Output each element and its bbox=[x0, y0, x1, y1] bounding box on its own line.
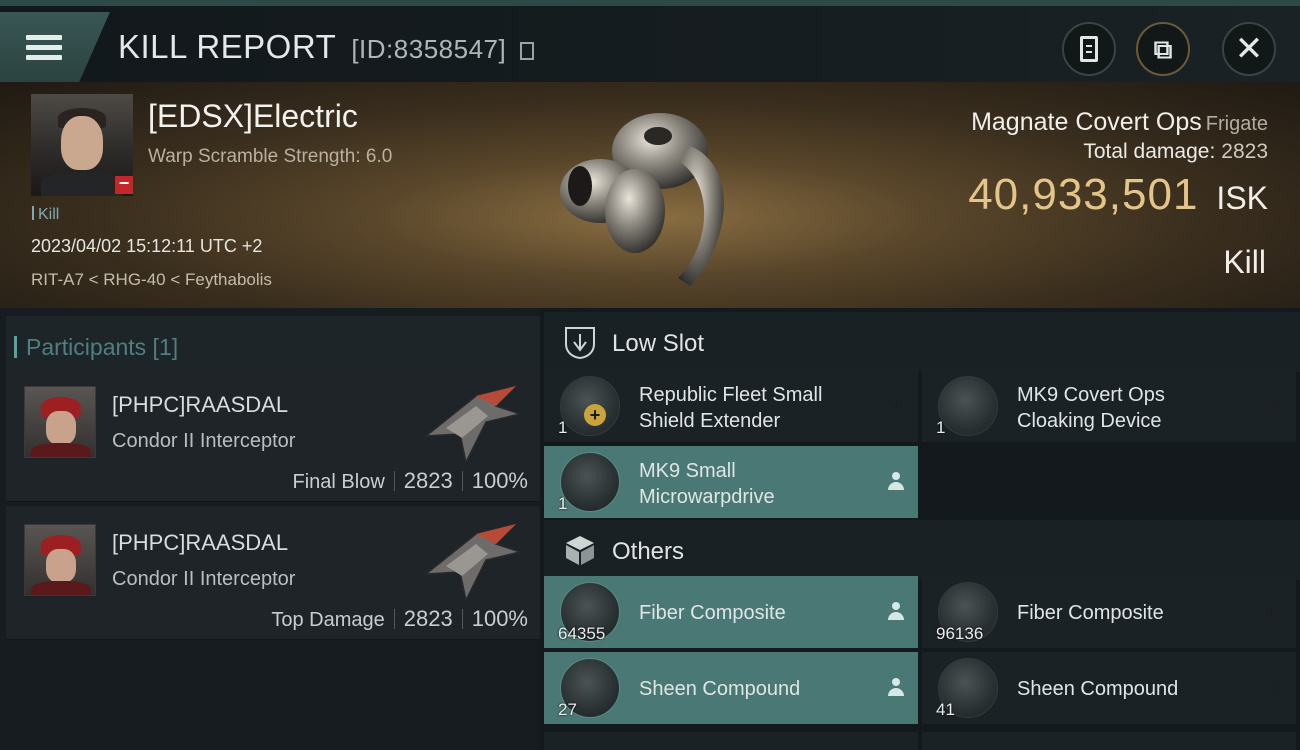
item-slot[interactable]: 96136 Fiber Composite ✕ bbox=[922, 576, 1296, 648]
item-quantity: 27 bbox=[558, 700, 577, 719]
cloaking-device-icon bbox=[938, 376, 998, 436]
item-slot[interactable]: 1 MK9 Covert Ops Cloaking Device ✕ bbox=[922, 370, 1296, 442]
item-name: MK9 Covert Ops Cloaking Device bbox=[1017, 384, 1165, 432]
kill-tag: Kill bbox=[32, 206, 59, 224]
share-icon: ⧉ bbox=[1153, 34, 1173, 64]
item-slot[interactable]: 64355 Fiber Composite bbox=[544, 576, 918, 648]
kill-datetime: 2023/04/02 15:12:11 UTC +2 bbox=[31, 236, 263, 256]
destroyed-icon: ✕ bbox=[1263, 676, 1282, 701]
kill-result: Kill bbox=[1223, 244, 1266, 280]
participants-label: Participants [1] bbox=[13, 334, 179, 360]
microwarpdrive-icon bbox=[560, 452, 620, 512]
hostile-standing-icon: − bbox=[115, 174, 133, 194]
participant-ship: Condor II Interceptor bbox=[112, 568, 296, 590]
hamburger-menu-icon bbox=[26, 30, 62, 65]
copy-icon[interactable] bbox=[519, 42, 534, 60]
item-quantity: 1 bbox=[936, 418, 946, 437]
destroyed-icon: ✕ bbox=[1263, 600, 1282, 625]
item-quantity: 64355 bbox=[558, 624, 606, 643]
others-label: Others bbox=[612, 538, 685, 565]
item-name: Fiber Composite bbox=[1017, 602, 1164, 624]
participants-header[interactable]: Participants [1] bbox=[6, 316, 540, 374]
close-icon: ✕ bbox=[1234, 30, 1264, 68]
item-slot[interactable]: + 1 Republic Fleet Small Shield Extender… bbox=[544, 370, 918, 442]
clipboard-icon bbox=[1080, 36, 1098, 62]
item-name: MK9 Small Microwarpdrive bbox=[639, 460, 775, 508]
item-slot-partial[interactable] bbox=[544, 732, 918, 750]
item-name: Sheen Compound bbox=[1017, 678, 1179, 700]
low-slot-icon bbox=[565, 327, 595, 360]
participant-ship-image bbox=[423, 384, 523, 464]
participant-row[interactable]: [PHPC]RAASDAL Condor II Interceptor Top … bbox=[6, 506, 540, 640]
total-damage: Total damage: 2823 bbox=[1083, 140, 1268, 163]
clipboard-button[interactable] bbox=[1062, 22, 1116, 76]
item-quantity: 41 bbox=[936, 700, 955, 719]
report-id: [ID:8358547] bbox=[351, 34, 507, 64]
item-name: Sheen Compound bbox=[639, 678, 801, 700]
ship-class: Frigate bbox=[1205, 113, 1268, 135]
low-slot-header: Low Slot bbox=[544, 312, 1300, 372]
title-text: KILL REPORT bbox=[118, 28, 336, 65]
participant-row[interactable]: [PHPC]RAASDAL Condor II Interceptor Fina… bbox=[6, 368, 540, 502]
item-name: Fiber Composite bbox=[639, 602, 786, 624]
page-title: KILL REPORT [ID:8358547] bbox=[118, 28, 534, 66]
victim-ship-name[interactable]: Magnate Covert Ops Frigate bbox=[971, 108, 1268, 137]
menu-button[interactable] bbox=[0, 12, 110, 82]
plus-icon: + bbox=[584, 404, 606, 426]
participants-panel: Participants [1] [PHPC]RAASDAL Condor II… bbox=[0, 308, 540, 750]
participant-ship: Condor II Interceptor bbox=[112, 430, 296, 452]
item-slot-partial[interactable] bbox=[922, 732, 1296, 750]
items-panel: Low Slot + 1 Republic Fleet Small Shield… bbox=[540, 308, 1300, 750]
destroyed-icon: ✕ bbox=[1263, 394, 1282, 419]
item-slot[interactable]: 1 MK9 Small Microwarpdrive bbox=[544, 446, 918, 518]
participant-name: [PHPC]RAASDAL bbox=[112, 530, 289, 555]
destroyed-icon: ✕ bbox=[885, 394, 904, 419]
item-quantity: 96136 bbox=[936, 624, 984, 643]
victim-name[interactable]: [EDSX]Electric bbox=[148, 98, 358, 135]
isk-value: 40,933,501 ISK bbox=[968, 170, 1268, 219]
warp-scramble-strength: Warp Scramble Strength: 6.0 bbox=[148, 146, 393, 167]
dropped-person-icon bbox=[888, 472, 904, 490]
cargo-box-icon bbox=[566, 536, 594, 565]
participant-ship-image bbox=[423, 522, 523, 602]
top-bar: KILL REPORT [ID:8358547] ⧉ ✕ bbox=[0, 0, 1300, 82]
dropped-person-icon bbox=[888, 678, 904, 696]
low-slot-label: Low Slot bbox=[612, 330, 705, 357]
item-slot[interactable]: 27 Sheen Compound bbox=[544, 652, 918, 724]
share-button[interactable]: ⧉ bbox=[1136, 22, 1190, 76]
participant-name: [PHPC]RAASDAL bbox=[112, 392, 289, 417]
participant-avatar[interactable] bbox=[24, 524, 96, 596]
close-button[interactable]: ✕ bbox=[1222, 22, 1276, 76]
item-name: Republic Fleet Small Shield Extender bbox=[639, 384, 823, 432]
item-quantity: 1 bbox=[558, 494, 568, 513]
item-slot[interactable]: 41 Sheen Compound ✕ bbox=[922, 652, 1296, 724]
dropped-person-icon bbox=[888, 602, 904, 620]
participant-stats: Top Damage 2823 100% bbox=[271, 606, 528, 631]
participant-avatar[interactable] bbox=[24, 386, 96, 458]
others-header: Others bbox=[544, 520, 1300, 580]
kill-location[interactable]: RIT-A7 < RHG-40 < Feythabolis bbox=[31, 270, 272, 290]
victim-ship-image[interactable] bbox=[540, 96, 760, 296]
participant-stats: Final Blow 2823 100% bbox=[292, 468, 529, 493]
item-quantity: 1 bbox=[558, 418, 568, 437]
